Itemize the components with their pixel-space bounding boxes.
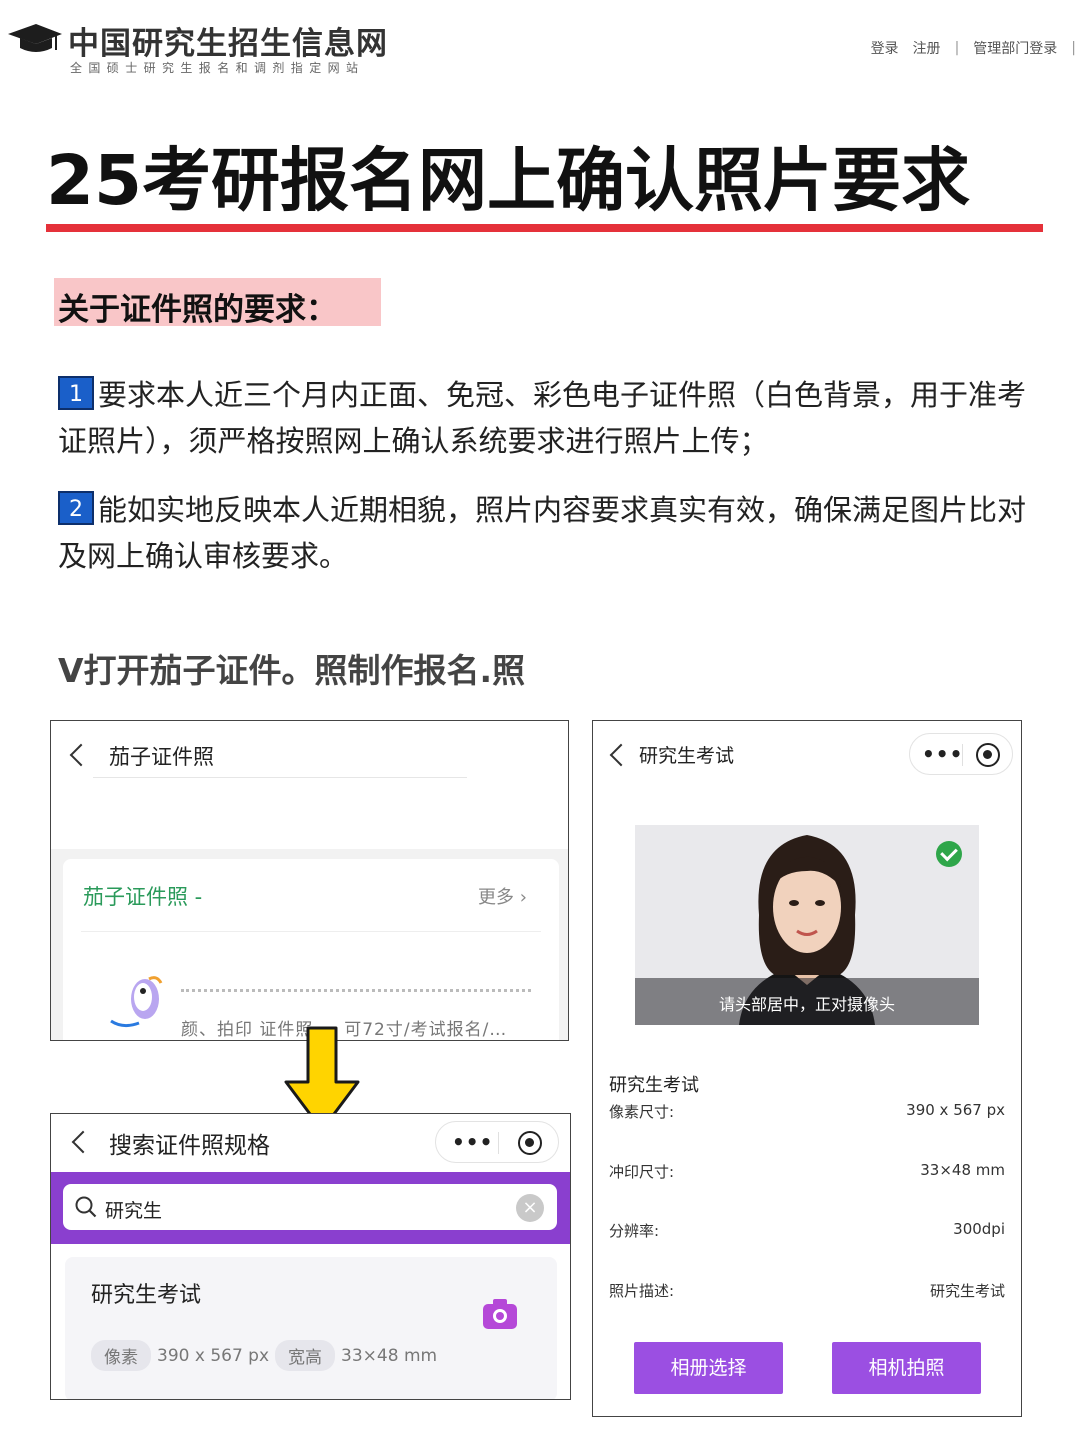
pixel-tag: 像素 <box>91 1340 151 1371</box>
page-title: 研究生考试 <box>639 745 735 767</box>
requirement-item: 1 要求本人近三个月内正面、免冠、彩色电子证件照（白色背景，用于准考证照片），须严… <box>58 372 1038 464</box>
requirement-text: 能如实地反映本人近期相貌，照片内容要求真实有效，确保满足图片比对及网上确认审核要… <box>58 493 1027 573</box>
miniprogram-capsule: ••• <box>909 733 1013 775</box>
requirement-item: 2 能如实地反映本人近期相貌，照片内容要求真实有效，确保满足图片比对及网上确认审核… <box>58 487 1038 579</box>
spec-value: 300dpi <box>953 1220 1005 1238</box>
camera-shoot-button[interactable]: 相机拍照 <box>832 1342 981 1394</box>
spec-key: 像素尺寸: <box>609 1103 675 1121</box>
screenshot-exam-spec: 研究生考试 ••• 请头部居中，正对摄像头 研究生考试 像素尺寸: 390 x … <box>592 720 1022 1417</box>
spec-title: 研究生考试 <box>609 1075 699 1096</box>
back-chevron-icon[interactable] <box>71 1130 95 1154</box>
page-headline: 25考研报名网上确认照片要求 <box>46 141 971 221</box>
miniprogram-capsule: ••• <box>435 1121 559 1163</box>
screenshot-app-search: 茄子证件照 茄子证件照 - 更多 › 颜、拍印 证件照 … 可72寸/考试报名/… <box>50 720 569 1041</box>
search-icon <box>75 1196 97 1218</box>
more-label: 更多 <box>478 887 514 908</box>
back-chevron-icon[interactable] <box>609 743 633 767</box>
number-badge: 2 <box>58 491 94 525</box>
size-tag: 宽高 <box>275 1340 336 1371</box>
target-icon[interactable] <box>518 1131 542 1155</box>
divider <box>93 777 467 778</box>
mascot-logo-icon <box>110 976 163 1028</box>
top-links: 登录 注册 | 管理部门登录 | <box>871 38 1076 58</box>
search-value[interactable]: 研究生 <box>105 1196 162 1223</box>
chevron-right-icon: › <box>519 887 527 908</box>
login-link[interactable]: 登录 <box>871 38 899 58</box>
number-badge: 1 <box>58 376 94 410</box>
site-title[interactable]: 中国研究生招生信息网 <box>68 18 388 63</box>
spec-key: 分辨率: <box>609 1222 660 1240</box>
spec-key: 照片描述: <box>609 1282 675 1300</box>
headline-underline <box>46 224 1043 232</box>
requirement-text: 要求本人近三个月内正面、免冠、彩色电子证件照（白色背景，用于准考证照片），须严格… <box>58 378 1027 458</box>
spec-key: 冲印尺寸: <box>609 1163 675 1181</box>
section-label: 关于证件照的要求： <box>54 278 381 328</box>
screenshot-spec-search: 搜索证件照规格 ••• 研究生 × 研究生考试 像素 390 x 567 px … <box>50 1113 571 1400</box>
site-header: 中国研究生招生信息网 全国硕士研究生报名和调剂指定网站 登录 注册 | 管理部门… <box>0 0 1080 90</box>
search-query-title[interactable]: 茄子证件照 <box>109 741 214 771</box>
photo-hint: 请头部居中，正对摄像头 <box>718 995 895 1014</box>
result-card-title[interactable]: 茄子证件照 - <box>83 881 202 911</box>
more-dots-icon[interactable]: ••• <box>452 1130 493 1154</box>
camera-icon[interactable] <box>482 1298 518 1330</box>
link-separator: | <box>954 40 960 56</box>
album-select-button[interactable]: 相册选择 <box>634 1342 783 1394</box>
pixel-value: 390 x 567 px <box>157 1345 270 1366</box>
link-separator: | <box>1071 40 1076 56</box>
divider <box>81 931 541 932</box>
spec-value: 研究生考试 <box>929 1282 1005 1300</box>
admin-login-link[interactable]: 管理部门登录 <box>973 38 1057 58</box>
graduation-cap-icon <box>8 24 62 52</box>
size-value: 33×48 mm <box>341 1345 438 1366</box>
instruction-text: V打开茄子证件。照制作报名.照 <box>58 651 526 690</box>
more-link[interactable]: 更多 › <box>478 883 527 909</box>
clear-icon[interactable]: × <box>516 1194 544 1222</box>
register-link[interactable]: 注册 <box>913 38 941 58</box>
page-title: 搜索证件照规格 <box>109 1133 270 1159</box>
spec-summary: 像素 390 x 567 px 宽高 33×48 mm <box>91 1340 437 1371</box>
spec-value: 390 x 567 px <box>906 1101 1005 1119</box>
check-icon <box>936 841 962 867</box>
cut-text-line <box>181 989 531 992</box>
back-chevron-icon[interactable] <box>69 743 93 767</box>
target-icon[interactable] <box>976 743 1000 767</box>
spec-value: 33×48 mm <box>920 1161 1005 1179</box>
spec-result-title[interactable]: 研究生考试 <box>91 1277 201 1309</box>
more-dots-icon[interactable]: ••• <box>922 742 963 766</box>
site-subtitle: 全国硕士研究生报名和调剂指定网站 <box>70 61 365 75</box>
